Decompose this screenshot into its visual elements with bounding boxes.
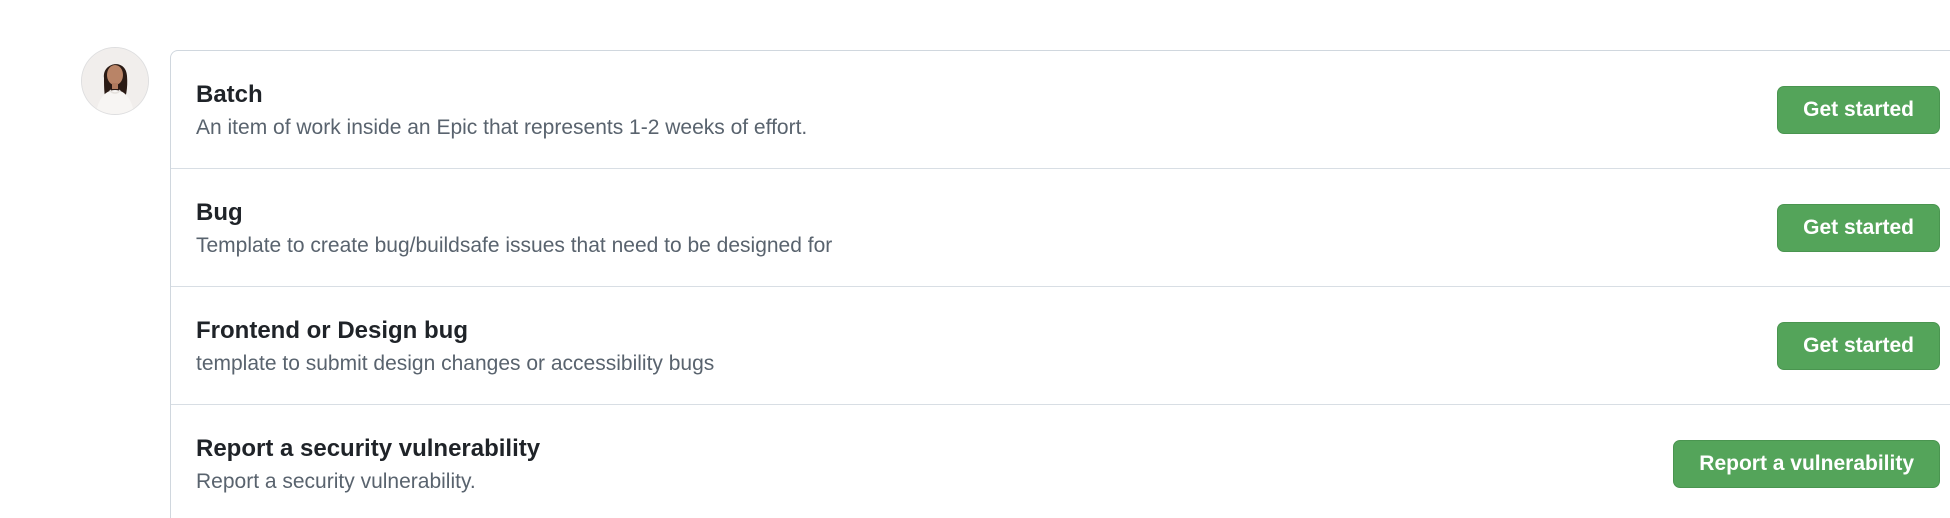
avatar-image	[82, 48, 148, 114]
report-vulnerability-button[interactable]: Report a vulnerability	[1673, 440, 1940, 488]
get-started-button[interactable]: Get started	[1777, 86, 1940, 134]
template-title: Batch	[196, 81, 263, 108]
template-list: Batch An item of work inside an Epic tha…	[170, 50, 1950, 518]
list-item: Frontend or Design bug template to submi…	[171, 287, 1950, 405]
get-started-button[interactable]: Get started	[1777, 204, 1940, 252]
template-title: Report a security vulnerability	[196, 435, 541, 462]
list-item: Report a security vulnerability Report a…	[171, 405, 1950, 518]
template-description: template to submit design changes or acc…	[196, 352, 715, 375]
list-item: Bug Template to create bug/buildsafe iss…	[171, 169, 1950, 287]
template-title: Frontend or Design bug	[196, 317, 468, 344]
template-description: An item of work inside an Epic that repr…	[196, 116, 808, 139]
template-description: Report a security vulnerability.	[196, 470, 476, 493]
list-item: Batch An item of work inside an Epic tha…	[171, 51, 1950, 169]
template-description: Template to create bug/buildsafe issues …	[196, 234, 833, 257]
get-started-button[interactable]: Get started	[1777, 322, 1940, 370]
issue-template-chooser: Batch An item of work inside an Epic tha…	[0, 0, 1950, 518]
template-title: Bug	[196, 199, 243, 226]
user-avatar[interactable]	[82, 48, 148, 114]
